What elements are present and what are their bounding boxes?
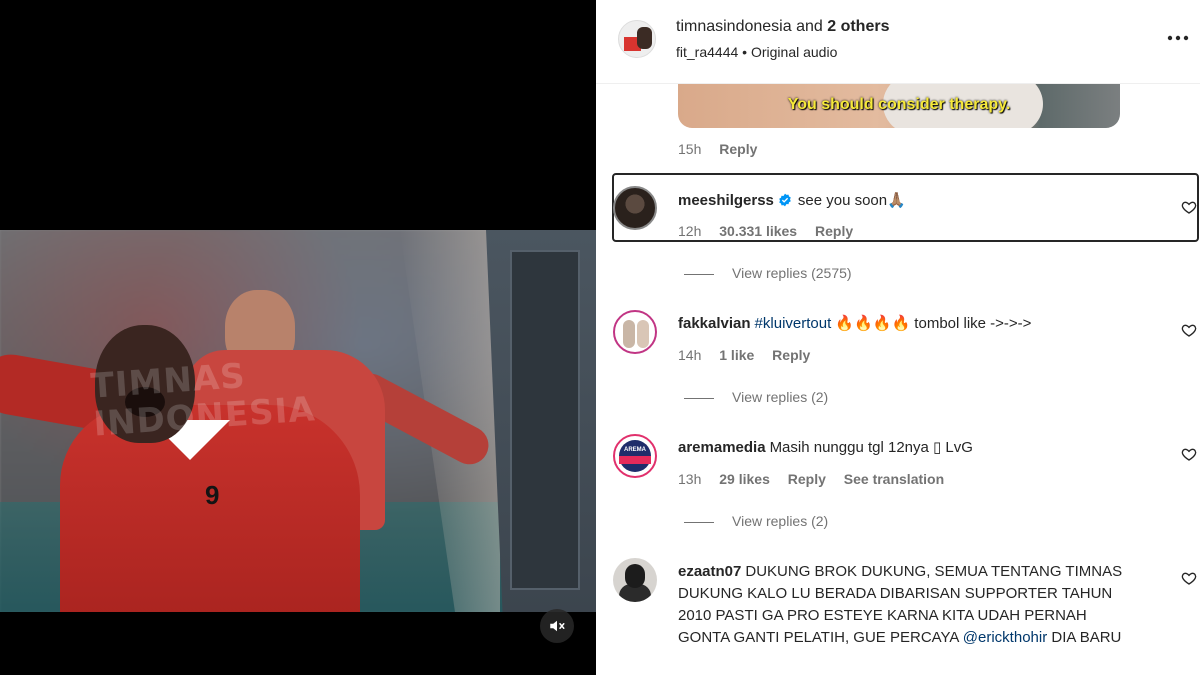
comment-body: Masih nunggu tgl 12nya ▯ LvG — [769, 439, 973, 456]
more-options-button[interactable] — [1167, 29, 1191, 49]
comment-gif[interactable]: You should consider therapy. — [678, 84, 1120, 128]
verified-icon — [779, 193, 791, 207]
comment-username[interactable]: meeshilgerss — [678, 192, 774, 209]
see-translation-button[interactable]: See translation — [844, 471, 944, 487]
comment-username[interactable]: fakkalvian — [678, 315, 751, 332]
post-authors: timnasindonesia and 2 others — [676, 18, 890, 35]
comment-time: 14h — [678, 347, 702, 363]
comment-username[interactable]: aremamedia — [678, 439, 766, 456]
heart-icon[interactable] — [1181, 199, 1197, 215]
post-author-avatar[interactable] — [618, 20, 656, 58]
view-replies-button[interactable]: View replies (2575) — [684, 265, 852, 281]
reply-button[interactable]: Reply — [719, 141, 757, 157]
video-player[interactable]: 9 TIMNAS INDONESIA — [0, 0, 596, 675]
comment-time: 15h — [678, 141, 702, 157]
reply-button[interactable]: Reply — [815, 223, 853, 239]
comment-text: meeshilgerss see you soon🙏🏽 — [678, 190, 906, 212]
comment-body: 🔥🔥🔥🔥 tombol like ->->-> — [831, 315, 1032, 332]
comment-likes[interactable]: 29 likes — [719, 471, 770, 487]
view-replies-button[interactable]: View replies (2) — [684, 513, 828, 529]
mute-button[interactable] — [540, 609, 574, 643]
comments-panel[interactable]: timnasindonesia and 2 others fit_ra4444 … — [596, 0, 1200, 675]
comment-time: 12h — [678, 223, 702, 239]
video-watermark: TIMNAS INDONESIA — [89, 356, 317, 445]
comment-meta: 14h 1 like Reply — [678, 347, 824, 363]
comment-avatar[interactable] — [613, 310, 657, 354]
comment-meta: 12h 30.331 likes Reply — [678, 223, 867, 239]
post-coauthors-link[interactable]: 2 others — [827, 18, 889, 35]
comment-body: see you soon🙏🏽 — [797, 192, 906, 209]
heart-icon[interactable] — [1181, 322, 1197, 338]
comment-avatar[interactable]: AREMA — [613, 434, 657, 478]
comment-text: fakkalvian #kluivertout 🔥🔥🔥🔥 tombol like … — [678, 313, 1031, 335]
post-author-username[interactable]: timnasindonesia — [676, 18, 792, 35]
audio-username[interactable]: fit_ra4444 — [676, 44, 738, 60]
post-audio-info: fit_ra4444 • Original audio — [676, 44, 838, 60]
comment-likes[interactable]: 30.331 likes — [719, 223, 797, 239]
comment-mention[interactable]: @erickthohir — [963, 629, 1047, 646]
comment-avatar[interactable] — [613, 186, 657, 230]
jersey-number: 9 — [205, 480, 220, 510]
video-frame[interactable]: 9 TIMNAS INDONESIA — [0, 230, 596, 612]
view-replies-button[interactable]: View replies (2) — [684, 389, 828, 405]
gif-caption: You should consider therapy. — [787, 96, 1011, 113]
reply-button[interactable]: Reply — [772, 347, 810, 363]
comment-avatar[interactable] — [613, 558, 657, 602]
comment-hashtag[interactable]: #kluivertout — [755, 315, 832, 332]
mute-icon — [550, 620, 565, 632]
video-side-panel — [486, 230, 596, 612]
comment-meta: 13h 29 likes Reply See translation — [678, 471, 958, 487]
comment-username[interactable]: ezaatn07 — [678, 563, 741, 580]
heart-icon[interactable] — [1181, 570, 1197, 586]
comment-text: aremamedia Masih nunggu tgl 12nya ▯ LvG — [678, 437, 973, 459]
more-options-icon — [1167, 35, 1189, 41]
post-header: timnasindonesia and 2 others fit_ra4444 … — [596, 0, 1200, 84]
comment-time: 13h — [678, 471, 702, 487]
reply-button[interactable]: Reply — [788, 471, 826, 487]
comment-text: ezaatn07 DUKUNG BROK DUKUNG, SEMUA TENTAN… — [678, 563, 1123, 646]
heart-icon[interactable] — [1181, 446, 1197, 462]
gif-comment-meta: 15h Reply — [678, 141, 771, 157]
audio-label[interactable]: Original audio — [751, 44, 837, 60]
comment-likes[interactable]: 1 like — [719, 347, 754, 363]
